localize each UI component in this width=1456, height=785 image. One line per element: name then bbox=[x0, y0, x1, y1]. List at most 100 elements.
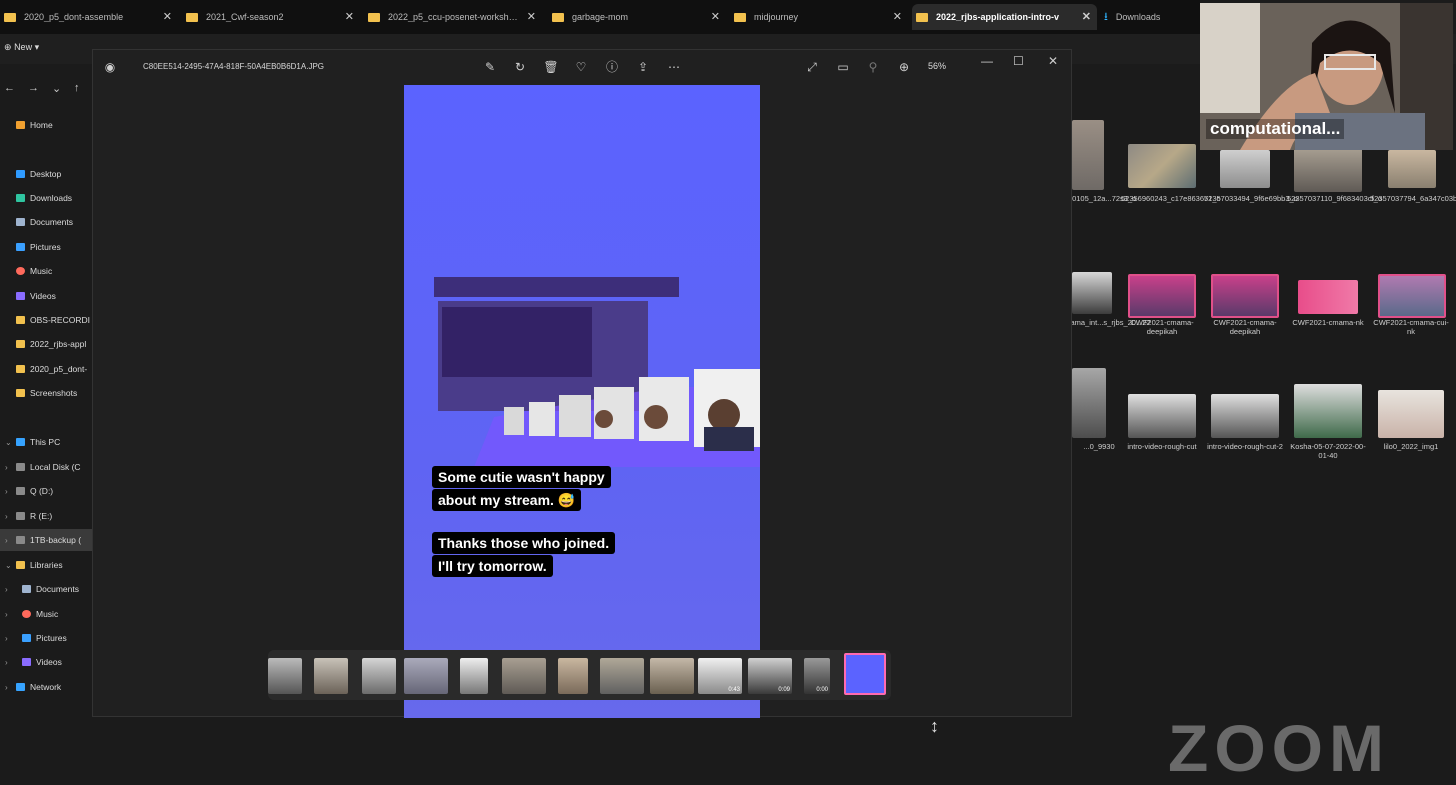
tab-2022-p5[interactable]: 2022_p5_ccu-posenet-workshop ✕ bbox=[364, 4, 542, 30]
filmstrip-thumbnail[interactable] bbox=[314, 658, 348, 694]
tab-garbage-mom[interactable]: garbage-mom ✕ bbox=[548, 4, 726, 30]
filmstrip-thumbnail[interactable] bbox=[268, 658, 302, 694]
video-thumbnail[interactable] bbox=[1128, 394, 1196, 438]
chevron-right-icon[interactable]: › bbox=[5, 658, 8, 667]
chevron-right-icon[interactable]: › bbox=[5, 634, 8, 643]
file-label: 52356960243_c17e863671_o bbox=[1121, 194, 1221, 203]
tab-2021-cwf[interactable]: 2021_Cwf-season2 ✕ bbox=[182, 4, 360, 30]
share-icon[interactable]: ⇪ bbox=[634, 58, 652, 76]
up-arrow-icon[interactable]: ↑ bbox=[74, 82, 80, 94]
chevron-right-icon[interactable]: › bbox=[5, 683, 8, 692]
video-thumbnail[interactable] bbox=[1072, 272, 1112, 314]
filmstrip-thumbnail[interactable] bbox=[600, 658, 644, 694]
rotate-icon[interactable]: ↻ bbox=[511, 58, 529, 76]
video-thumbnail[interactable] bbox=[1378, 274, 1446, 318]
back-arrow-icon[interactable]: ← bbox=[4, 82, 15, 94]
sidebar-item-r-drive[interactable]: › R (E:) bbox=[0, 505, 92, 527]
file-thumbnail[interactable] bbox=[1388, 150, 1436, 188]
video-thumbnail[interactable] bbox=[1298, 280, 1358, 314]
chevron-right-icon[interactable]: › bbox=[5, 536, 8, 545]
close-icon[interactable]: ✕ bbox=[1048, 54, 1058, 68]
zoom-out-icon[interactable]: ⚲ bbox=[864, 58, 882, 76]
info-icon[interactable]: ⓘ bbox=[603, 58, 621, 76]
sidebar-item-screenshots[interactable]: Screenshots bbox=[0, 382, 92, 404]
file-thumbnail[interactable] bbox=[1220, 150, 1270, 188]
tab-midjourney[interactable]: midjourney ✕ bbox=[730, 4, 908, 30]
sidebar-item-lib-documents[interactable]: › Documents bbox=[0, 578, 92, 600]
fit-window-icon[interactable]: ▭ bbox=[834, 58, 852, 76]
desktop-icon bbox=[16, 170, 25, 178]
folder-icon bbox=[16, 316, 25, 324]
forward-arrow-icon[interactable]: → bbox=[28, 82, 39, 94]
video-thumbnail[interactable] bbox=[1211, 394, 1279, 438]
tab-2022-rjbs[interactable]: 2022_rjbs-application-intro-v ✕ bbox=[912, 4, 1097, 30]
sidebar-item-home[interactable]: Home bbox=[0, 114, 92, 136]
filmstrip-video-thumbnail[interactable]: 0:00 bbox=[804, 658, 830, 694]
sidebar-item-q-drive[interactable]: › Q (D:) bbox=[0, 480, 92, 502]
chevron-right-icon[interactable]: › bbox=[5, 463, 8, 472]
tab-2020-p5[interactable]: 2020_p5_dont-assemble ✕ bbox=[0, 4, 178, 30]
sidebar-item-libraries[interactable]: ⌄ Libraries bbox=[0, 554, 92, 576]
sidebar-item-this-pc[interactable]: ⌄ This PC bbox=[0, 431, 92, 453]
filmstrip-thumbnail[interactable] bbox=[558, 658, 588, 694]
sidebar-item-videos[interactable]: Videos bbox=[0, 285, 92, 307]
filmstrip-video-thumbnail[interactable]: 0:09 bbox=[748, 658, 792, 694]
sidebar-item-desktop[interactable]: Desktop bbox=[0, 163, 92, 185]
delete-icon[interactable]: 🗑 bbox=[542, 58, 560, 76]
video-thumbnail[interactable] bbox=[1211, 274, 1279, 318]
filmstrip-thumbnail[interactable] bbox=[650, 658, 694, 694]
more-options-icon[interactable]: ⋯ bbox=[665, 58, 683, 76]
filmstrip-thumbnail[interactable] bbox=[362, 658, 396, 694]
filmstrip-video-thumbnail[interactable]: 0:43 bbox=[698, 658, 742, 694]
filmstrip-thumbnail[interactable] bbox=[460, 658, 488, 694]
music-icon bbox=[16, 267, 25, 275]
video-thumbnail[interactable] bbox=[1128, 274, 1196, 318]
file-thumbnail[interactable] bbox=[1294, 148, 1362, 192]
chevron-right-icon[interactable]: › bbox=[5, 487, 8, 496]
sidebar-item-rjbs[interactable]: 2022_rjbs-appl bbox=[0, 333, 92, 355]
zoom-in-icon[interactable]: ⊕ bbox=[895, 58, 913, 76]
close-tab-icon[interactable]: ✕ bbox=[893, 10, 902, 23]
filmstrip-thumbnail[interactable] bbox=[502, 658, 546, 694]
zoom-level[interactable]: 56% bbox=[928, 61, 946, 71]
chevron-right-icon[interactable]: › bbox=[5, 610, 8, 619]
filmstrip-selected-thumbnail[interactable] bbox=[844, 653, 886, 695]
close-tab-icon[interactable]: ✕ bbox=[711, 10, 720, 23]
file-thumbnail[interactable] bbox=[1378, 390, 1444, 438]
file-thumbnail[interactable] bbox=[1072, 120, 1104, 190]
filmstrip-thumbnail[interactable] bbox=[404, 658, 448, 694]
sidebar-item-documents[interactable]: Documents bbox=[0, 211, 92, 233]
sidebar-item-lib-pictures[interactable]: › Pictures bbox=[0, 627, 92, 649]
minimize-icon[interactable]: — bbox=[981, 54, 993, 68]
file-thumbnail[interactable] bbox=[1128, 144, 1196, 188]
sidebar-item-music[interactable]: Music bbox=[0, 260, 92, 282]
video-thumbnail[interactable] bbox=[1294, 384, 1362, 438]
file-label: Kosha-05-07-2022-00-01-40 bbox=[1290, 442, 1366, 460]
chevron-down-icon[interactable]: ⌄ bbox=[5, 561, 12, 570]
tab-downloads[interactable]: ⭳ Downloads bbox=[1100, 4, 1200, 30]
new-button[interactable]: ⊕ New ▾ bbox=[4, 42, 39, 53]
close-tab-icon[interactable]: ✕ bbox=[163, 10, 172, 23]
sidebar-item-lib-videos[interactable]: › Videos bbox=[0, 651, 92, 673]
maximize-icon[interactable]: ☐ bbox=[1013, 54, 1024, 68]
favorite-heart-icon[interactable]: ♡ bbox=[572, 58, 590, 76]
chevron-down-icon[interactable]: ⌄ bbox=[52, 82, 61, 95]
close-tab-icon[interactable]: ✕ bbox=[1082, 10, 1091, 23]
sidebar-item-p5[interactable]: 2020_p5_dont- bbox=[0, 358, 92, 380]
edit-icon[interactable]: ✎ bbox=[481, 58, 499, 76]
sidebar-item-pictures[interactable]: Pictures bbox=[0, 236, 92, 258]
displayed-photo: Some cutie wasn't happy about my stream.… bbox=[404, 85, 760, 718]
sidebar-item-lib-music[interactable]: › Music bbox=[0, 603, 92, 625]
chevron-down-icon[interactable]: ⌄ bbox=[5, 438, 12, 447]
sidebar-item-backup[interactable]: › 1TB-backup ( bbox=[0, 529, 92, 551]
chevron-right-icon[interactable]: › bbox=[5, 585, 8, 594]
video-thumbnail[interactable] bbox=[1072, 368, 1106, 438]
sidebar-item-downloads[interactable]: Downloads bbox=[0, 187, 92, 209]
chevron-right-icon[interactable]: › bbox=[5, 512, 8, 521]
close-tab-icon[interactable]: ✕ bbox=[345, 10, 354, 23]
sidebar-item-network[interactable]: › Network bbox=[0, 676, 92, 698]
sidebar-item-obs[interactable]: OBS-RECORDI bbox=[0, 309, 92, 331]
fullscreen-icon[interactable]: ⤢ bbox=[803, 58, 821, 76]
sidebar-item-local-disk[interactable]: › Local Disk (C bbox=[0, 456, 92, 478]
close-tab-icon[interactable]: ✕ bbox=[527, 10, 536, 23]
